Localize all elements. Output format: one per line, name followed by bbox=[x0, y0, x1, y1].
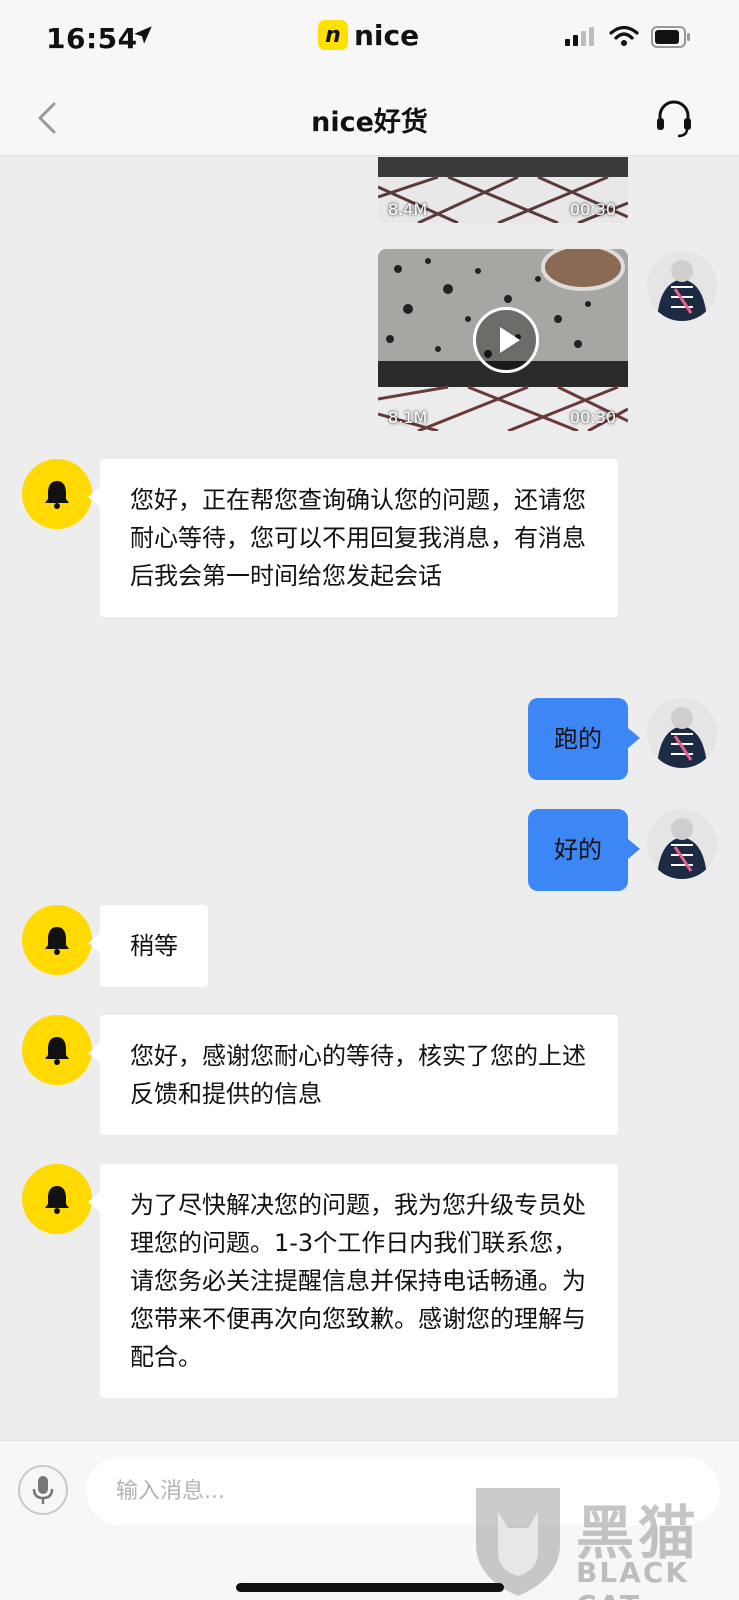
wifi-icon bbox=[609, 25, 639, 46]
bell-icon bbox=[45, 1037, 69, 1065]
status-bar: 16:54 n nice bbox=[0, 0, 739, 80]
message-text: 为了尽快解决您的问题，我为您升级专员处理您的问题。1-3个工作日内我们联系您，请… bbox=[130, 1191, 586, 1371]
video-meta: 8.1M 00:30 bbox=[388, 408, 616, 427]
user-avatar[interactable] bbox=[647, 698, 717, 768]
user-avatar[interactable] bbox=[647, 809, 717, 879]
message-text: 跑的 bbox=[554, 725, 602, 753]
message-text: 您好，正在帮您查询确认您的问题，还请您耐心等待，您可以不用回复我消息，有消息后我… bbox=[130, 486, 586, 590]
app-logo-text: nice bbox=[354, 18, 420, 52]
user-avatar[interactable] bbox=[647, 251, 717, 321]
video-size: 8.4M bbox=[388, 200, 428, 219]
video-message[interactable]: 8.1M 00:30 bbox=[378, 249, 628, 431]
video-meta: 8.4M 00:30 bbox=[388, 200, 616, 219]
watermark-subtext: BLACK CAT bbox=[576, 1556, 690, 1600]
play-icon[interactable] bbox=[473, 307, 539, 373]
bot-avatar bbox=[22, 459, 92, 529]
bot-avatar bbox=[22, 905, 92, 975]
outgoing-message: 好的 bbox=[528, 809, 640, 891]
clock: 16:54 bbox=[46, 22, 138, 55]
voice-button[interactable] bbox=[18, 1465, 68, 1515]
message-text: 您好，感谢您耐心的等待，核实了您的上述反馈和提供的信息 bbox=[130, 1042, 586, 1108]
video-message[interactable]: 8.4M 00:30 bbox=[378, 157, 628, 223]
message-text: 稍等 bbox=[130, 932, 178, 960]
page-title: nice好货 bbox=[311, 107, 428, 138]
black-cat-logo bbox=[476, 1488, 560, 1596]
message-list[interactable]: 8.4M 00:30 8.1M 00:30 您好，正在帮您查询确认您的问题，还请… bbox=[0, 157, 739, 1440]
microphone-icon bbox=[32, 1476, 54, 1504]
bell-icon bbox=[45, 1186, 69, 1214]
app-logo: n nice bbox=[318, 18, 419, 52]
navigation-bar: nice好货 bbox=[0, 80, 739, 156]
watermark: 黑猫 BLACK CAT bbox=[468, 1482, 733, 1600]
battery-icon bbox=[651, 26, 690, 48]
bot-avatar bbox=[22, 1164, 92, 1234]
incoming-message: 您好，感谢您耐心的等待，核实了您的上述反馈和提供的信息 bbox=[88, 1015, 618, 1135]
incoming-message: 您好，正在帮您查询确认您的问题，还请您耐心等待，您可以不用回复我消息，有消息后我… bbox=[88, 459, 618, 617]
location-arrow-icon bbox=[134, 26, 152, 44]
outgoing-message: 跑的 bbox=[528, 698, 640, 780]
video-size: 8.1M bbox=[388, 408, 428, 427]
home-indicator[interactable] bbox=[236, 1583, 504, 1592]
bell-icon bbox=[45, 481, 69, 509]
message-text: 好的 bbox=[554, 836, 602, 864]
incoming-message: 稍等 bbox=[88, 905, 208, 987]
bot-avatar bbox=[22, 1015, 92, 1085]
bell-icon bbox=[45, 927, 69, 955]
video-duration: 00:30 bbox=[569, 200, 616, 219]
incoming-message: 为了尽快解决您的问题，我为您升级专员处理您的问题。1-3个工作日内我们联系您，请… bbox=[88, 1164, 618, 1398]
video-duration: 00:30 bbox=[569, 408, 616, 427]
app-logo-badge: n bbox=[318, 20, 348, 50]
cellular-signal-icon bbox=[565, 27, 594, 46]
customer-service-icon[interactable] bbox=[652, 96, 696, 140]
